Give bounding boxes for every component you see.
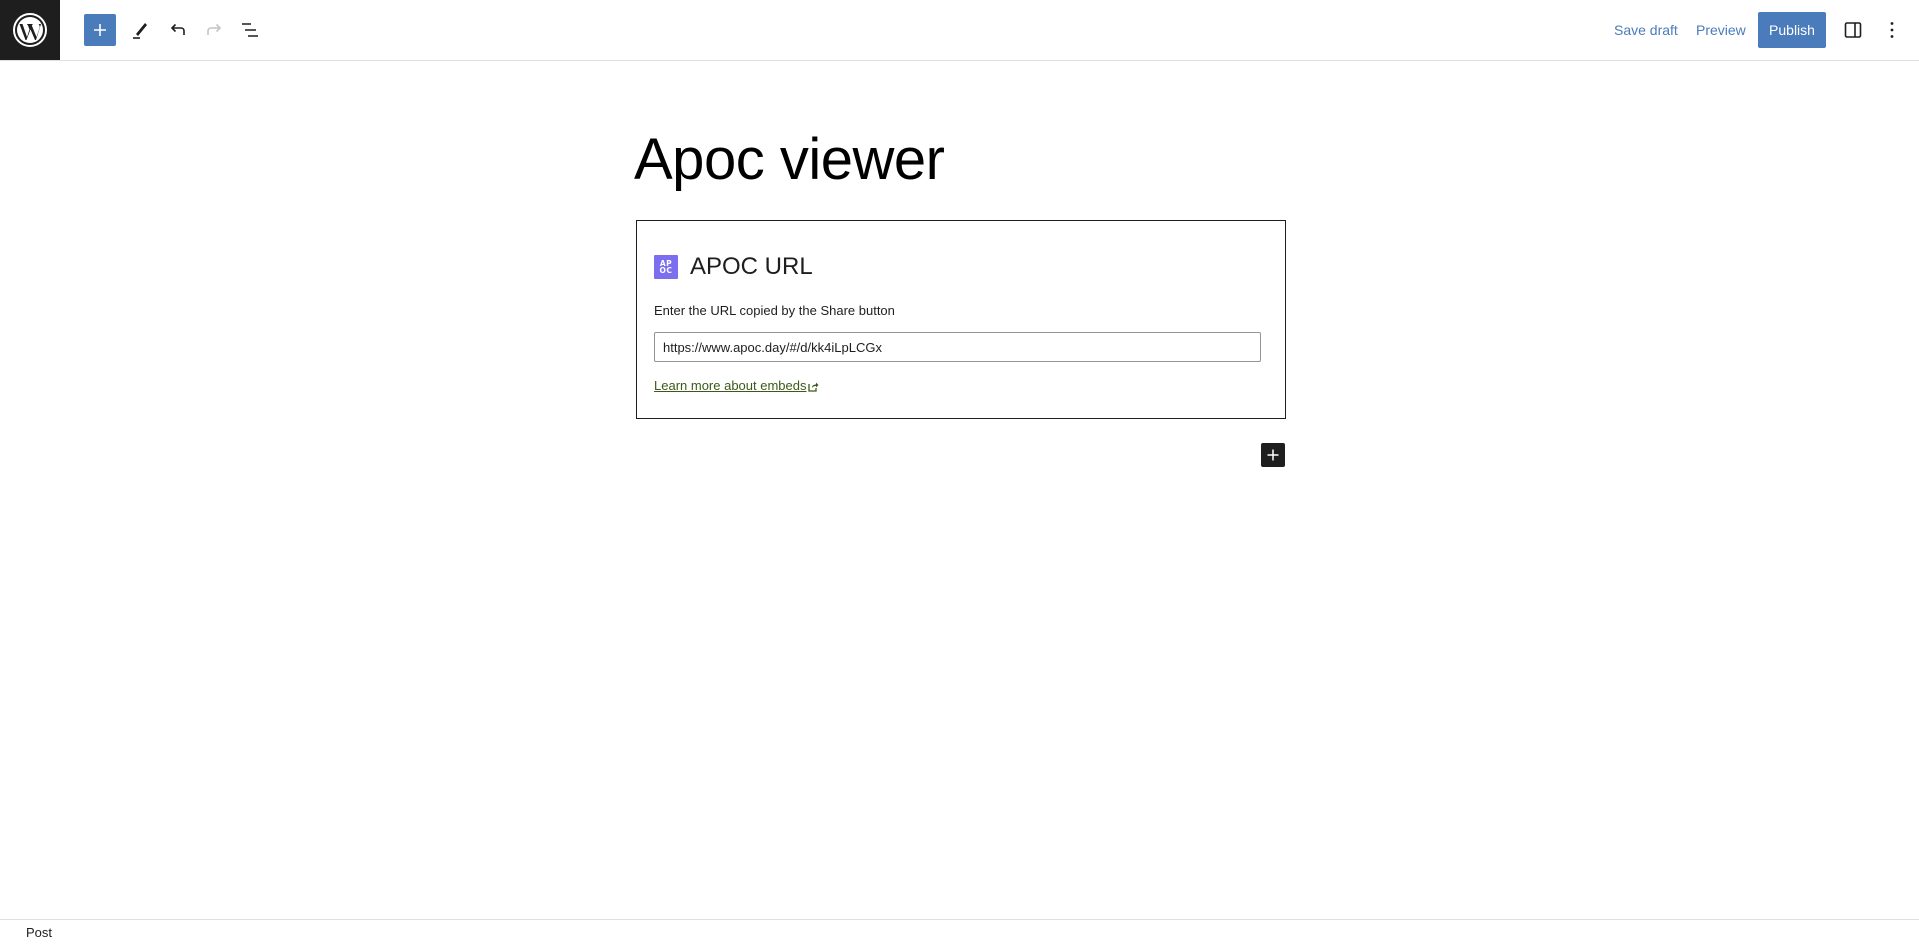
options-button[interactable]	[1876, 14, 1908, 46]
redo-button[interactable]	[198, 14, 230, 46]
tools-button[interactable]	[124, 14, 156, 46]
learn-more-label: Learn more about embeds	[654, 378, 807, 393]
external-link-icon	[808, 381, 819, 392]
list-view-icon	[242, 23, 258, 37]
more-vertical-icon	[1890, 22, 1894, 38]
wordpress-icon	[13, 13, 47, 47]
learn-more-embeds-link[interactable]: Learn more about embeds	[654, 376, 819, 396]
embed-label: AP OC APOC URL	[654, 251, 813, 283]
plus-icon	[1267, 449, 1279, 461]
editor-header: Save draft Preview Publish	[0, 0, 1919, 61]
post-title[interactable]: Apoc viewer	[634, 124, 945, 196]
undo-icon	[170, 23, 185, 35]
plus-icon	[94, 24, 106, 36]
breadcrumb-post[interactable]: Post	[26, 924, 52, 942]
document-overview-button[interactable]	[234, 14, 266, 46]
apoc-icon-text-bottom: OC	[659, 266, 673, 275]
embed-url-input[interactable]	[654, 332, 1261, 362]
sidebar-icon	[1844, 22, 1862, 38]
publish-button[interactable]: Publish	[1758, 12, 1826, 48]
preview-button[interactable]: Preview	[1696, 19, 1746, 41]
pencil-icon	[133, 23, 147, 39]
apoc-embed-block[interactable]: AP OC APOC URL Enter the URL copied by t…	[636, 220, 1286, 419]
embed-instructions: Enter the URL copied by the Share button	[654, 303, 895, 318]
settings-sidebar-button[interactable]	[1837, 14, 1869, 46]
undo-button[interactable]	[162, 14, 194, 46]
redo-icon	[207, 23, 222, 35]
add-block-button[interactable]	[1261, 443, 1285, 467]
block-inserter-button[interactable]	[84, 14, 116, 46]
wordpress-logo-button[interactable]	[0, 0, 60, 60]
embed-title: APOC URL	[690, 253, 813, 280]
editor-footer: Post	[0, 919, 1919, 944]
save-draft-button[interactable]: Save draft	[1614, 19, 1678, 41]
apoc-logo-icon: AP OC	[654, 255, 678, 279]
